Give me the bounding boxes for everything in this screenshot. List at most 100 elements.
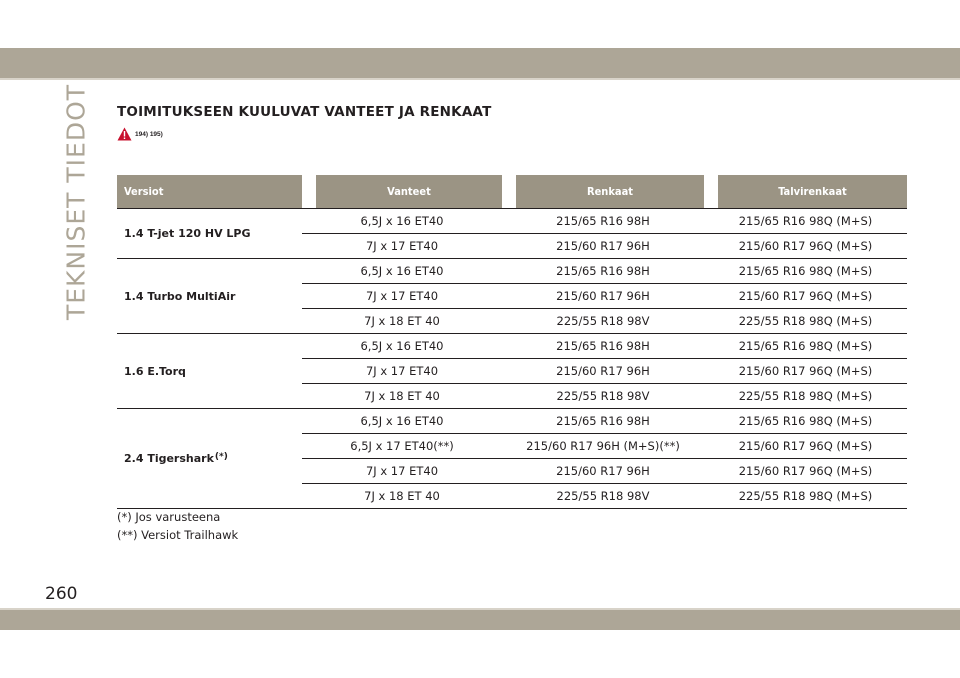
winter-tyre-cell-value: 225/55 R18 98Q (M+S) <box>738 314 873 328</box>
rim-cell-value: 6,5J x 17 ET40 <box>350 439 434 453</box>
rim-cell: 6,5J x 16 ET40 <box>302 334 502 359</box>
version-cell: 1.4 T-jet 120 HV LPG <box>117 208 302 259</box>
rim-cell: 6,5J x 16 ET40 <box>302 409 502 434</box>
winter-tyre-cell-value: 215/60 R17 96Q (M+S) <box>738 239 873 253</box>
rim-cell-value: 7J x 17 ET40 <box>365 289 439 303</box>
tyre-cell-value: 215/60 R17 96H <box>556 464 650 478</box>
winter-tyre-cell-value: 215/60 R17 96Q (M+S) <box>738 464 873 478</box>
version-label: 2.4 Tigershark <box>124 452 214 465</box>
warning-triangle-icon <box>117 127 132 141</box>
tyre-cell-value: 215/65 R16 98H <box>556 339 650 353</box>
rim-cell: 7J x 17 ET40 <box>302 284 502 309</box>
page-title: TOIMITUKSEEN KUULUVAT VANTEET JA RENKAAT <box>117 104 492 120</box>
winter-tyre-cell-value: 225/55 R18 98Q (M+S) <box>738 389 873 403</box>
footnote-mark: (**) <box>433 439 454 453</box>
section-tab: TEKNISET TIEDOT <box>61 84 91 320</box>
rim-cell: 7J x 17 ET40 <box>302 234 502 259</box>
rim-cell: 7J x 18 ET 40 <box>302 384 502 409</box>
tyre-cell: 215/60 R17 96H <box>502 234 704 259</box>
tyre-cell-value: 215/60 R17 96H <box>556 289 650 303</box>
table-row: 1.4 Turbo MultiAir 6,5J x 16 ET40 215/65 R… <box>117 259 907 334</box>
tyre-cell: 225/55 R18 98V <box>502 384 704 409</box>
column-header-winter-tyres: Talvirenkaat <box>704 175 907 208</box>
winter-tyre-cell-value: 225/55 R18 98Q (M+S) <box>738 489 873 503</box>
footnote-trailhawk: (**) Versiot Trailhawk <box>117 528 239 542</box>
tyre-cell: 225/55 R18 98V <box>502 484 704 509</box>
table-row: 1.4 T-jet 120 HV LPG 6,5J x 16 ET40 215/65… <box>117 208 907 259</box>
bottom-decor-band <box>0 610 960 630</box>
tyre-cell-value: 225/55 R18 98V <box>556 314 650 328</box>
wheels-tyres-table: Versiot Vanteet Renkaat Talvirenkaat 1.4… <box>117 175 907 509</box>
tyre-cell: 215/65 R16 98H <box>502 208 704 234</box>
tyre-cell: 215/60 R17 96H <box>502 459 704 484</box>
rim-cell-value: 7J x 17 ET40 <box>365 464 439 478</box>
rim-cell-value: 6,5J x 16 ET40 <box>360 339 444 353</box>
tyre-cell-value: 215/60 R17 96H (M+S) <box>526 439 660 453</box>
rim-cell-value: 6,5J x 16 ET40 <box>360 264 444 278</box>
tyre-cell: 215/60 R17 96H <box>502 284 704 309</box>
top-decor-line <box>0 78 960 80</box>
rim-cell-value: 6,5J x 16 ET40 <box>360 414 444 428</box>
column-header-versions: Versiot <box>117 175 302 208</box>
table-row: 2.4 Tigershark(*) 6,5J x 16 ET40 215/65 R1… <box>117 409 907 509</box>
footnote-optional: (*) Jos varusteena <box>117 510 221 524</box>
tyre-cell-value: 215/65 R16 98H <box>556 264 650 278</box>
tyre-cell: 215/65 R16 98H <box>502 334 704 359</box>
column-header-tyres: Renkaat <box>502 175 704 208</box>
winter-tyre-cell: 215/60 R17 96Q (M+S) <box>704 284 907 309</box>
winter-tyre-cell: 225/55 R18 98Q (M+S) <box>704 309 907 334</box>
winter-tyre-cell: 215/65 R16 98Q (M+S) <box>704 259 907 284</box>
winter-tyre-cell-value: 215/65 R16 98Q (M+S) <box>738 414 873 428</box>
winter-tyre-cell-value: 215/65 R16 98Q (M+S) <box>738 264 873 278</box>
rim-cell-value: 7J x 18 ET 40 <box>364 314 440 328</box>
winter-tyre-cell: 225/55 R18 98Q (M+S) <box>704 484 907 509</box>
rim-cell: 7J x 17 ET40 <box>302 459 502 484</box>
rim-cell: 7J x 18 ET 40 <box>302 309 502 334</box>
tyre-cell: 215/60 R17 96H (M+S)(**) <box>502 434 704 459</box>
version-label: 1.6 E.Torq <box>124 364 186 378</box>
version-cell: 1.4 Turbo MultiAir <box>117 259 302 334</box>
warning-note: 194) 195) <box>117 127 163 141</box>
tyre-cell-value: 215/60 R17 96H <box>556 239 650 253</box>
version-footnote-mark: (*) <box>214 452 228 462</box>
winter-tyre-cell-value: 215/60 R17 96Q (M+S) <box>738 439 873 453</box>
version-label: 1.4 Turbo MultiAir <box>124 289 236 303</box>
winter-tyre-cell: 215/60 R17 96Q (M+S) <box>704 234 907 259</box>
table-header-row: Versiot Vanteet Renkaat Talvirenkaat <box>117 175 907 208</box>
table-row: 1.6 E.Torq 6,5J x 16 ET40 215/65 R16 98H 21… <box>117 334 907 409</box>
rim-cell: 6,5J x 16 ET40 <box>302 208 502 234</box>
tyre-cell-value: 215/60 R17 96H <box>556 364 650 378</box>
version-cell: 1.6 E.Torq <box>117 334 302 409</box>
winter-tyre-cell: 215/60 R17 96Q (M+S) <box>704 459 907 484</box>
rim-cell-value: 7J x 18 ET 40 <box>364 489 440 503</box>
column-header-rims: Vanteet <box>302 175 502 208</box>
tyre-cell: 215/65 R16 98H <box>502 409 704 434</box>
tyre-cell-value: 225/55 R18 98V <box>556 489 650 503</box>
winter-tyre-cell-value: 215/65 R16 98Q (M+S) <box>738 339 873 353</box>
tyre-cell-value: 215/65 R16 98H <box>556 414 650 428</box>
winter-tyre-cell: 225/55 R18 98Q (M+S) <box>704 384 907 409</box>
table-body: 1.4 T-jet 120 HV LPG 6,5J x 16 ET40 215/65… <box>117 208 907 509</box>
top-decor-band <box>0 48 960 78</box>
winter-tyre-cell: 215/65 R16 98Q (M+S) <box>704 334 907 359</box>
footnotes: (*) Jos varusteena (**) Versiot Trailhaw… <box>117 508 238 544</box>
rim-cell-value: 7J x 18 ET 40 <box>364 389 440 403</box>
tyre-cell-value: 225/55 R18 98V <box>556 389 650 403</box>
rim-cell: 6,5J x 17 ET40(**) <box>302 434 502 459</box>
rim-cell-value: 7J x 17 ET40 <box>365 364 439 378</box>
winter-tyre-cell: 215/60 R17 96Q (M+S) <box>704 359 907 384</box>
tyre-cell: 215/65 R16 98H <box>502 259 704 284</box>
winter-tyre-cell: 215/65 R16 98Q (M+S) <box>704 409 907 434</box>
warning-references: 194) 195) <box>135 130 163 138</box>
section-tab-label: TEKNISET TIEDOT <box>61 83 91 321</box>
page-number: 260 <box>45 584 78 604</box>
rim-cell: 6,5J x 16 ET40 <box>302 259 502 284</box>
version-cell: 2.4 Tigershark(*) <box>117 409 302 509</box>
rim-cell: 7J x 18 ET 40 <box>302 484 502 509</box>
rim-cell-value: 6,5J x 16 ET40 <box>360 214 444 228</box>
winter-tyre-cell: 215/60 R17 96Q (M+S) <box>704 434 907 459</box>
rim-cell: 7J x 17 ET40 <box>302 359 502 384</box>
tyre-cell: 225/55 R18 98V <box>502 309 704 334</box>
winter-tyre-cell: 215/65 R16 98Q (M+S) <box>704 208 907 234</box>
winter-tyre-cell-value: 215/60 R17 96Q (M+S) <box>738 364 873 378</box>
